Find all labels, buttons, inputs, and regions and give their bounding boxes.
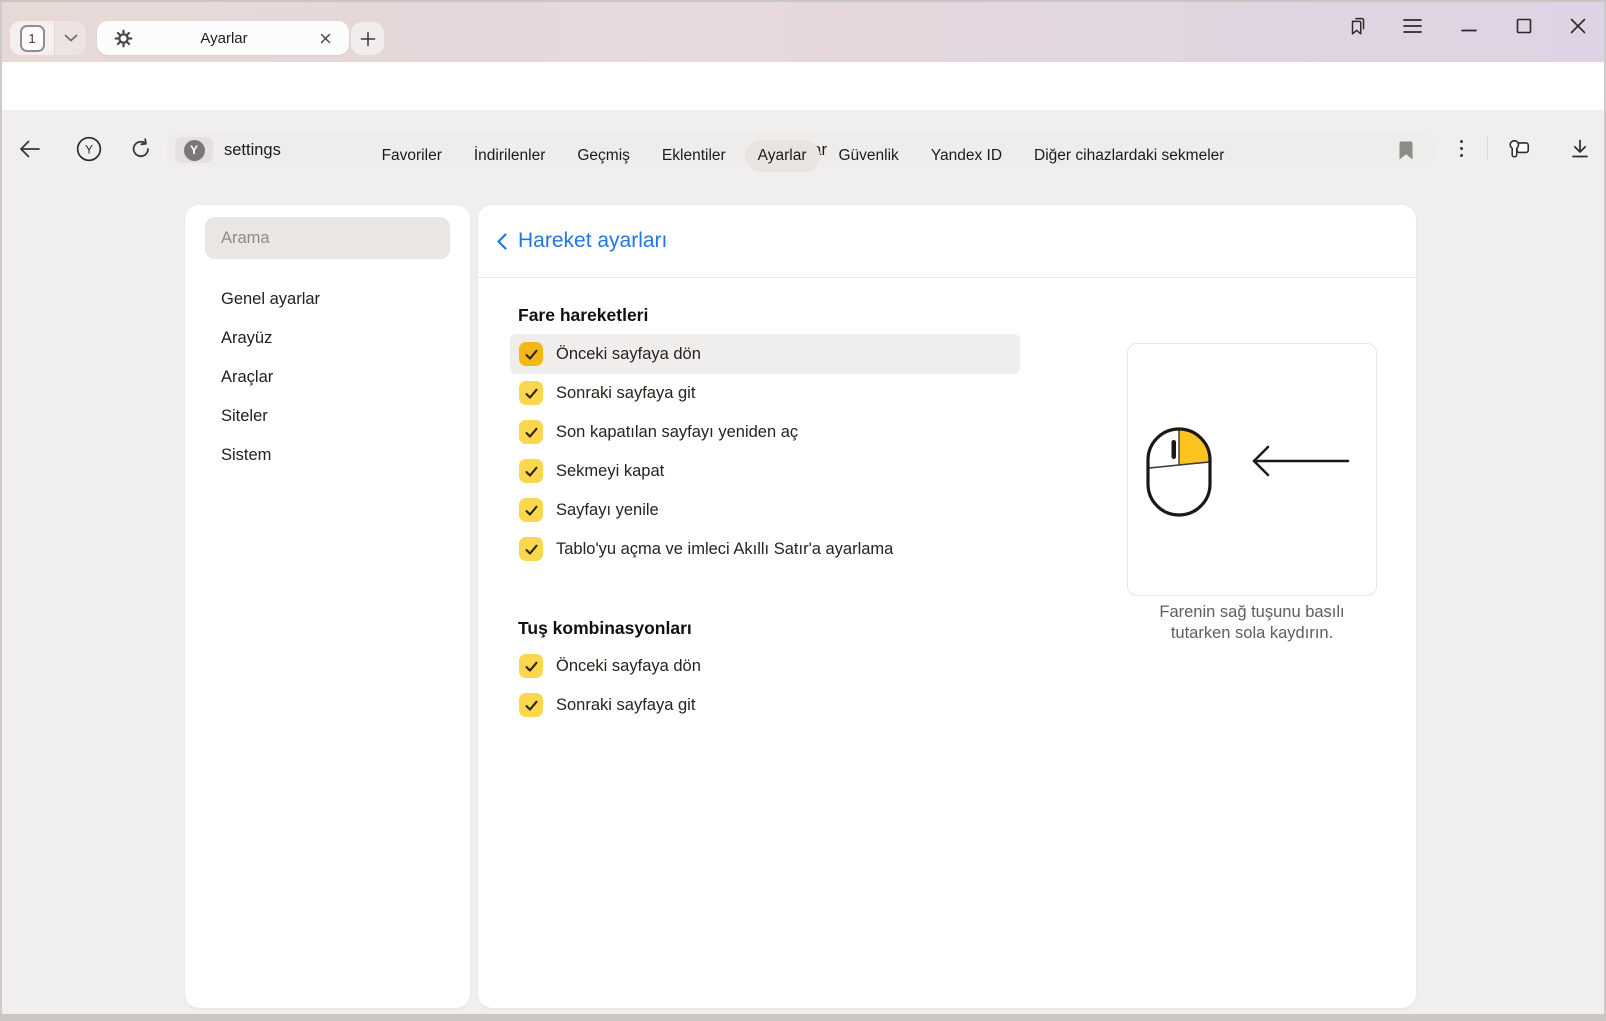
gesture-row-sonraki-sayfaya-git[interactable]: Sonraki sayfaya git (510, 373, 1020, 413)
gesture-row-tablo-akilli-satir[interactable]: Tablo'yu açma ve imleci Akıllı Satır'a a… (510, 529, 1020, 569)
check-icon (524, 543, 539, 556)
minimize-icon (1460, 17, 1478, 35)
gesture-label: Son kapatılan sayfayı yeniden aç (556, 423, 798, 442)
checkbox-checked[interactable] (519, 381, 543, 405)
check-icon (524, 426, 539, 439)
tab-counter-button[interactable]: 1 (10, 21, 86, 55)
nav-item-gecmis[interactable]: Geçmiş (564, 140, 643, 172)
menu-button[interactable] (1400, 14, 1424, 38)
new-tab-button[interactable] (351, 22, 384, 55)
gesture-label: Önceki sayfaya dön (556, 657, 701, 676)
menu-icon (1402, 17, 1423, 35)
mouse-wheel (1172, 440, 1177, 459)
settings-sidebar: Genel ayarlar Arayüz Araçlar Siteler Sis… (185, 205, 470, 1008)
checkbox-checked[interactable] (519, 498, 543, 522)
minimize-button[interactable] (1457, 14, 1481, 38)
gesture-label: Önceki sayfaya dön (556, 345, 701, 364)
gesture-label: Sonraki sayfaya git (556, 384, 695, 403)
close-icon (320, 33, 331, 44)
mouse-arrow-icon (1254, 447, 1348, 475)
tab-title: Ayarlar (133, 30, 315, 47)
nav-item-indirilenler[interactable]: İndirilenler (461, 140, 559, 172)
check-icon (524, 348, 539, 361)
maximize-button[interactable] (1512, 14, 1536, 38)
search-box (205, 217, 450, 259)
caption-line-1: Farenin sağ tuşunu basılı (1102, 602, 1402, 623)
mouse-right-button-highlight (1179, 430, 1209, 465)
nav-item-guvenlik[interactable]: Güvenlik (826, 140, 912, 172)
keycombo-row-sonraki-sayfaya-git[interactable]: Sonraki sayfaya git (510, 685, 1020, 725)
tab-count-badge: 1 (20, 25, 45, 52)
tab-list-dropdown[interactable] (54, 21, 86, 55)
tab-close-button[interactable] (315, 28, 335, 48)
gesture-label: Sonraki sayfaya git (556, 696, 695, 715)
checkbox-checked[interactable] (519, 420, 543, 444)
chevron-left-icon (497, 233, 507, 250)
check-icon (524, 699, 539, 712)
checkbox-checked[interactable] (519, 654, 543, 678)
sidebar-item-araclar[interactable]: Araçlar (185, 358, 470, 397)
caption-line-2: tutarken sola kaydırın. (1102, 623, 1402, 644)
gesture-row-son-kapatilan[interactable]: Son kapatılan sayfayı yeniden aç (510, 412, 1020, 452)
gesture-settings-panel: Hareket ayarları Fare hareketleri Önceki… (478, 205, 1416, 1008)
settings-nav: Favoriler İndirilenler Geçmiş Eklentiler… (0, 134, 1606, 178)
checkbox-checked[interactable] (519, 693, 543, 717)
close-window-button[interactable] (1566, 14, 1590, 38)
nav-item-ayarlar[interactable]: Ayarlar (745, 140, 820, 172)
close-icon (1569, 17, 1587, 35)
gesture-row-sayfayi-yenile[interactable]: Sayfayı yenile (510, 490, 1020, 530)
panels-icon (1347, 15, 1369, 37)
checkbox-checked[interactable] (519, 342, 543, 366)
back-to-settings-link[interactable]: Hareket ayarları (497, 225, 667, 257)
check-icon (524, 504, 539, 517)
active-tab[interactable]: Ayarlar (97, 21, 349, 55)
gesture-label: Sekmeyi kapat (556, 462, 664, 481)
checkbox-checked[interactable] (519, 537, 543, 561)
check-icon (524, 465, 539, 478)
window-border-bottom (0, 1014, 1606, 1021)
tab-counter-segment[interactable]: 1 (10, 21, 54, 55)
key-combos-heading: Tuş kombinasyonları (518, 618, 692, 639)
checkbox-checked[interactable] (519, 459, 543, 483)
nav-item-favoriler[interactable]: Favoriler (369, 140, 455, 172)
browser-toolbar: Y Y settings Ayarlar (2, 62, 1604, 110)
sidebar-item-sistem[interactable]: Sistem (185, 436, 470, 475)
browser-window: 1 Ayarlar (0, 0, 1606, 1021)
side-panels-button[interactable] (1346, 14, 1370, 38)
header-divider (478, 277, 1416, 278)
section-title: Hareket ayarları (518, 229, 667, 253)
chevron-down-icon (64, 34, 78, 42)
sidebar-item-genel-ayarlar[interactable]: Genel ayarlar (185, 280, 470, 319)
gear-icon (114, 29, 133, 48)
mouse-gesture-drawing (1128, 344, 1376, 595)
sidebar-item-siteler[interactable]: Siteler (185, 397, 470, 436)
tab-strip: 1 Ayarlar (2, 2, 1604, 62)
gesture-row-onceki-sayfaya-don[interactable]: Önceki sayfaya dön (510, 334, 1020, 374)
keycombo-row-onceki-sayfaya-don[interactable]: Önceki sayfaya dön (510, 646, 1020, 686)
new-tab-icon (360, 31, 376, 47)
gesture-row-sekmeyi-kapat[interactable]: Sekmeyi kapat (510, 451, 1020, 491)
search-input[interactable] (205, 217, 450, 259)
sidebar-item-arayuz[interactable]: Arayüz (185, 319, 470, 358)
check-icon (524, 387, 539, 400)
gesture-illustration (1127, 343, 1377, 596)
illustration-caption: Farenin sağ tuşunu basılı tutarken sola … (1102, 602, 1402, 644)
maximize-icon (1515, 17, 1533, 35)
check-icon (524, 660, 539, 673)
nav-item-yandex-id[interactable]: Yandex ID (918, 140, 1015, 172)
nav-item-diger-cihazlar[interactable]: Diğer cihazlardaki sekmeler (1021, 140, 1237, 172)
mouse-gestures-heading: Fare hareketleri (518, 305, 648, 326)
gesture-label: Tablo'yu açma ve imleci Akıllı Satır'a a… (556, 540, 893, 559)
gesture-label: Sayfayı yenile (556, 501, 659, 520)
nav-item-eklentiler[interactable]: Eklentiler (649, 140, 739, 172)
